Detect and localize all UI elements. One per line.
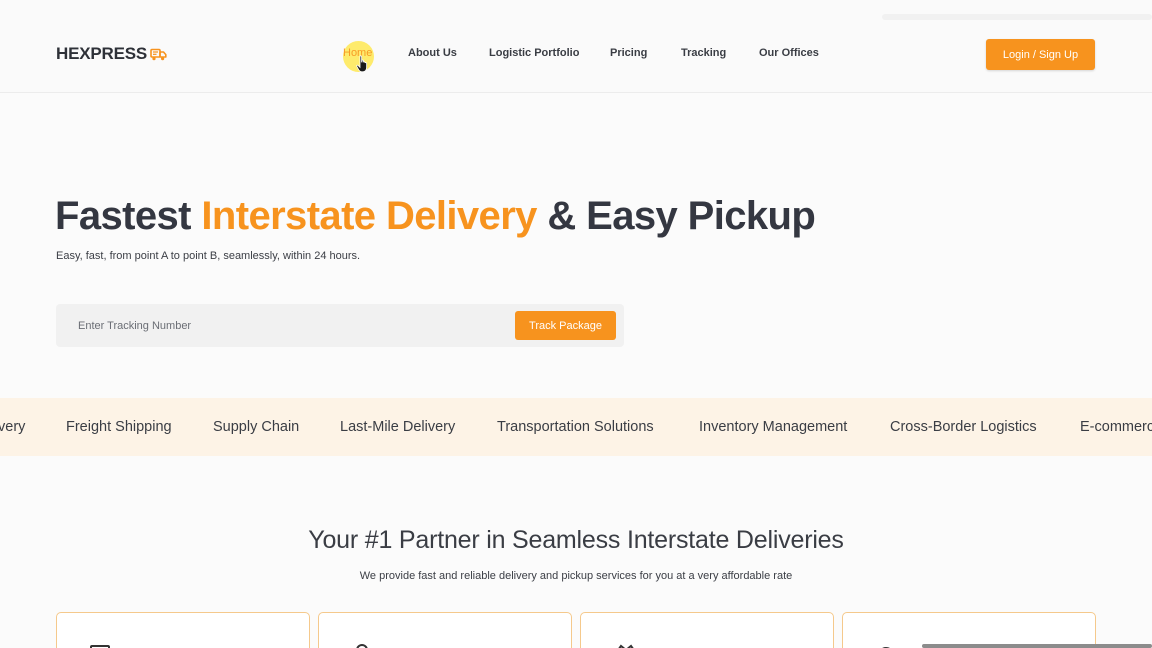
feature-card [842, 612, 1096, 648]
section-subtitle: We provide fast and reliable delivery an… [359, 570, 793, 582]
marquee-item: Freight Shipping [66, 419, 172, 435]
handshake-icon [613, 643, 639, 648]
marquee-item: Inventory Management [699, 419, 848, 435]
nav-pricing[interactable]: Pricing [610, 47, 647, 59]
track-package-button[interactable]: Track Package [515, 311, 616, 340]
nav-tracking[interactable]: Tracking [681, 47, 726, 59]
marquee-item: very [0, 419, 26, 435]
marquee-item: Transportation Solutions [497, 419, 654, 435]
hero-title-part1: Fastest [55, 194, 202, 238]
tracking-number-input[interactable] [68, 312, 488, 339]
services-marquee: very Freight Shipping Supply Chain Last-… [0, 398, 1152, 456]
nav-logistic-portfolio[interactable]: Logistic Portfolio [489, 47, 579, 59]
nav-about-us[interactable]: About Us [408, 47, 457, 59]
support-icon [875, 643, 897, 648]
bottom-scroll-strip [922, 644, 1152, 648]
location-pin-icon [351, 643, 373, 648]
hero-title-accent: Interstate Delivery [201, 194, 537, 238]
calendar-icon [89, 643, 111, 648]
hero-subtitle: Easy, fast, from point A to point B, sea… [56, 250, 361, 262]
marquee-item: Last-Mile Delivery [340, 419, 456, 435]
hand-pointer-icon [356, 55, 370, 78]
section-title: Your #1 Partner in Seamless Interstate D… [308, 526, 844, 554]
site-header: HEXPRESS Home About Us Logistic Portfoli… [0, 0, 1152, 93]
feature-card [56, 612, 310, 648]
nav-our-offices[interactable]: Our Offices [759, 47, 819, 59]
marquee-item: Cross-Border Logistics [890, 419, 1037, 435]
hero-title-part2: & Easy Pickup [536, 194, 816, 238]
main-nav: Home About Us Logistic Portfolio Pricing… [0, 47, 1152, 63]
marquee-item: E-commerc [1080, 419, 1152, 435]
login-signup-button[interactable]: Login / Sign Up [986, 39, 1095, 70]
hero-title: Fastest Interstate Delivery & Easy Picku… [55, 194, 816, 239]
marquee-item: Supply Chain [213, 419, 300, 435]
feature-card [318, 612, 572, 648]
feature-card [580, 612, 834, 648]
top-scroll-strip [882, 14, 1152, 20]
tracking-form: Track Package [56, 304, 624, 347]
